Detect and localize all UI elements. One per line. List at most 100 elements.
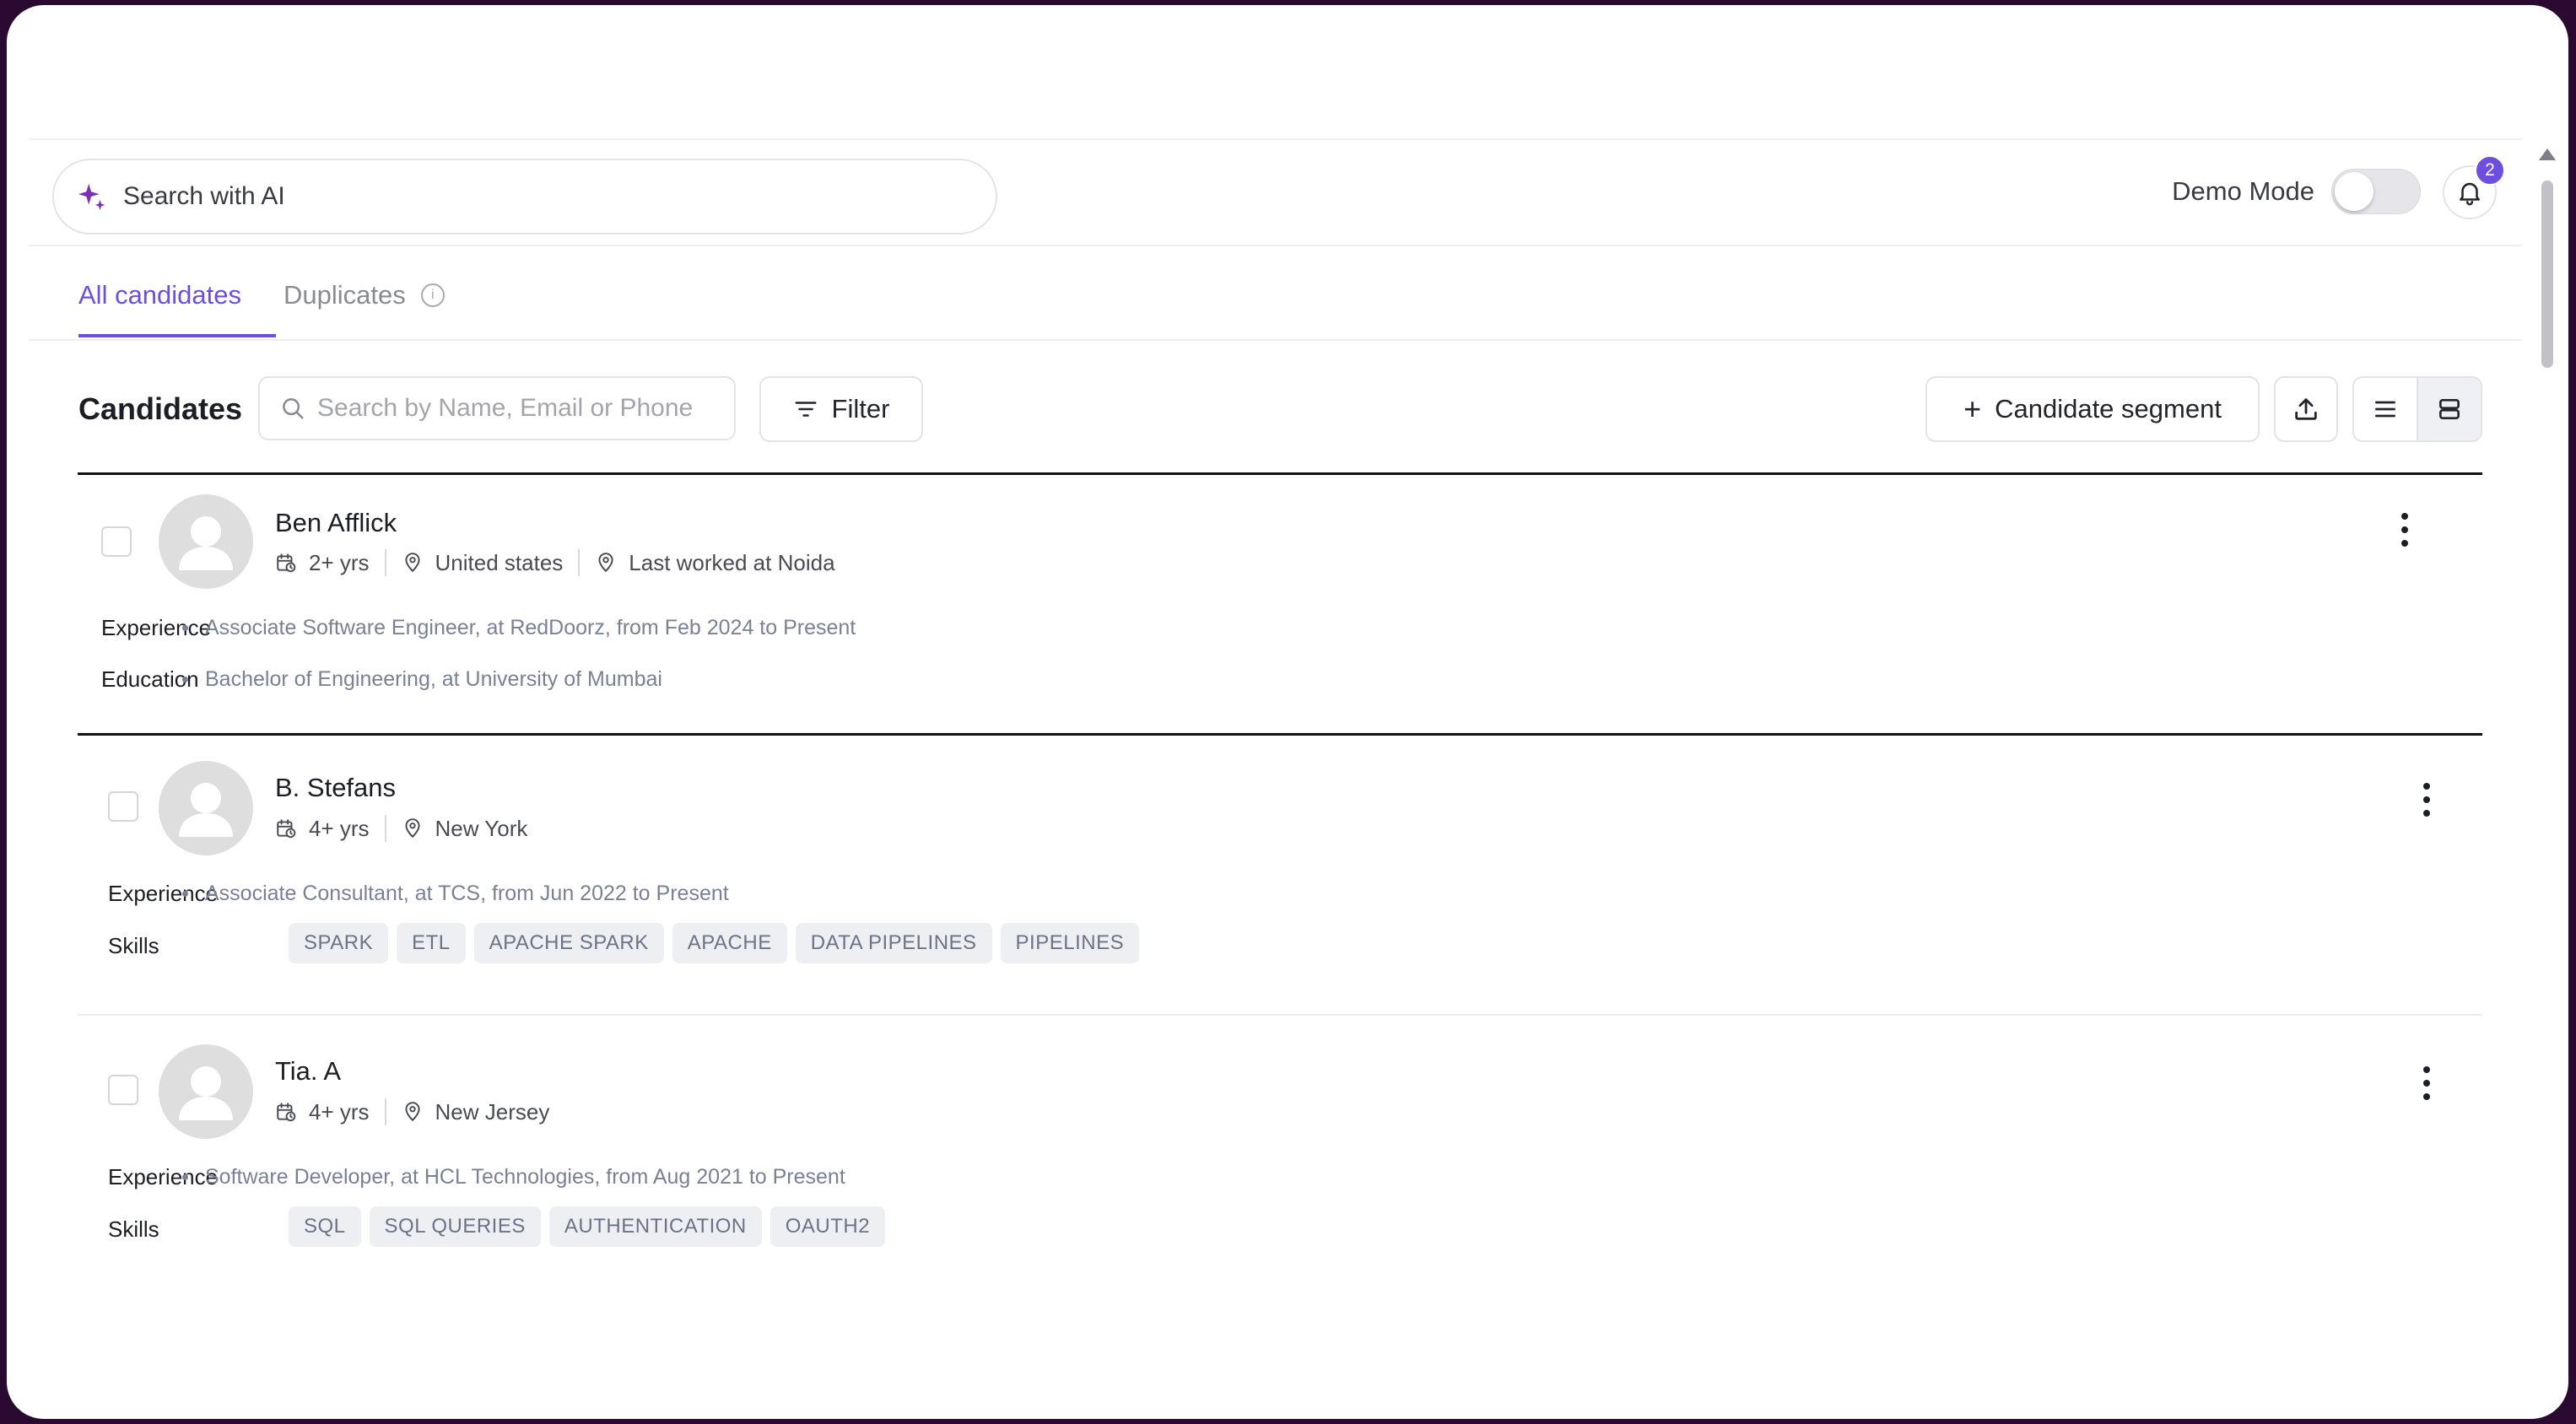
candidate-search-input[interactable] xyxy=(317,394,722,423)
candidate-meta: 2+ yrs United states Last worked at Noid… xyxy=(275,549,835,576)
experience-years-text: 4+ yrs xyxy=(309,1098,370,1125)
calendar-clock-icon xyxy=(277,1103,296,1122)
experience-entry: Software Developer, at HCL Technologies,… xyxy=(182,1165,845,1189)
skill-tag: SQL QUERIES xyxy=(369,1206,541,1247)
skills-list: SQL SQL QUERIES AUTHENTICATION OAUTH2 xyxy=(289,1206,886,1247)
scroll-up-arrow[interactable] xyxy=(2539,148,2556,160)
page-title: Candidates xyxy=(78,391,243,426)
location: United states xyxy=(402,549,564,576)
calendar-clock-icon xyxy=(277,819,296,839)
more-options-button[interactable] xyxy=(2418,783,2435,817)
vertical-scrollbar[interactable] xyxy=(2538,148,2557,1313)
last-worked-text: Last worked at Noida xyxy=(629,549,835,575)
skill-tag: AUTHENTICATION xyxy=(548,1206,762,1247)
user-placeholder-icon xyxy=(179,783,233,837)
tab-duplicates-label: Duplicates xyxy=(284,280,406,310)
candidate-checkbox[interactable] xyxy=(108,1075,138,1105)
skill-tag: OAUTH2 xyxy=(770,1206,886,1247)
info-icon[interactable]: i xyxy=(420,283,445,307)
ai-search-bar[interactable]: Search with AI xyxy=(52,159,997,235)
location: New Jersey xyxy=(402,1098,550,1125)
bullet xyxy=(182,891,188,897)
more-options-button[interactable] xyxy=(2396,513,2413,547)
skill-tag: DATA PIPELINES xyxy=(795,923,992,963)
divider xyxy=(384,1098,386,1125)
candidate-checkbox[interactable] xyxy=(101,526,132,557)
candidate-name[interactable]: B. Stefans xyxy=(275,773,396,803)
skills-list: SPARK ETL APACHE SPARK APACHE DATA PIPEL… xyxy=(289,923,1140,963)
notification-badge: 2 xyxy=(2475,155,2505,186)
experience-text: Software Developer, at HCL Technologies,… xyxy=(205,1165,845,1189)
candidate-card[interactable]: B. Stefans 4+ yrs New York Experience As… xyxy=(78,742,2482,1016)
filter-icon xyxy=(795,402,817,417)
avatar xyxy=(159,494,253,589)
location-text: New York xyxy=(435,815,528,841)
location-pin-icon xyxy=(598,553,613,573)
notifications-button[interactable]: 2 xyxy=(2443,155,2505,219)
candidate-meta: 4+ yrs New York xyxy=(275,815,527,842)
candidate-card[interactable]: Tia. A 4+ yrs New Jersey Experience Soft… xyxy=(78,1026,2482,1291)
experience-entry: Associate Consultant, at TCS, from Jun 2… xyxy=(182,882,729,906)
candidates-toolbar: Candidates Filter + Candidate segment xyxy=(29,358,2522,464)
cards-icon xyxy=(2439,399,2460,419)
plus-icon: + xyxy=(1963,391,1982,426)
candidate-segment-button[interactable]: + Candidate segment xyxy=(1925,376,2260,442)
skill-tag: PIPELINES xyxy=(1000,923,1140,963)
experience-years: 2+ yrs xyxy=(275,550,370,576)
scroll-thumb[interactable] xyxy=(2541,181,2553,368)
candidate-name[interactable]: Ben Afflick xyxy=(275,508,397,538)
skill-tag: SQL xyxy=(289,1206,361,1247)
toggle-knob xyxy=(2335,172,2373,211)
avatar xyxy=(159,1044,253,1139)
location-pin-icon xyxy=(404,818,420,839)
search-icon xyxy=(283,398,304,419)
candidate-name[interactable]: Tia. A xyxy=(275,1056,341,1087)
filter-button[interactable]: Filter xyxy=(759,376,923,442)
last-worked: Last worked at Noida xyxy=(595,549,835,576)
app-window: Search with AI Demo Mode 2 All candidate… xyxy=(7,5,2568,1419)
education-entry: Bachelor of Engineering, at University o… xyxy=(182,667,662,692)
skill-tag: APACHE SPARK xyxy=(473,923,664,963)
avatar xyxy=(159,761,253,855)
tab-duplicates[interactable]: Duplicates i xyxy=(284,280,445,310)
ai-search-placeholder: Search with AI xyxy=(123,182,285,210)
candidate-card[interactable]: Ben Afflick 2+ yrs United states Last wo… xyxy=(78,472,2482,736)
user-placeholder-icon xyxy=(179,1066,233,1120)
demo-mode: Demo Mode xyxy=(2172,169,2421,214)
tab-bar: All candidates Duplicates i xyxy=(29,250,2522,341)
more-options-button[interactable] xyxy=(2418,1066,2435,1100)
divider xyxy=(578,549,581,576)
upload-icon xyxy=(2295,398,2317,420)
active-tab-indicator xyxy=(78,334,276,337)
list-view-button[interactable] xyxy=(2354,378,2417,440)
experience-years-text: 2+ yrs xyxy=(309,549,370,575)
tab-all-candidates[interactable]: All candidates xyxy=(78,280,241,310)
skill-tag: SPARK xyxy=(289,923,389,963)
candidate-segment-label: Candidate segment xyxy=(1995,394,2222,423)
experience-text: Associate Consultant, at TCS, from Jun 2… xyxy=(205,882,729,905)
bullet xyxy=(182,1174,188,1180)
export-button[interactable] xyxy=(2274,376,2338,442)
list-icon xyxy=(2375,401,2395,418)
experience-years-text: 4+ yrs xyxy=(309,815,370,841)
calendar-clock-icon xyxy=(277,553,296,573)
demo-mode-label: Demo Mode xyxy=(2172,176,2314,206)
candidate-meta: 4+ yrs New Jersey xyxy=(275,1098,549,1125)
location-pin-icon xyxy=(404,553,420,573)
experience-text: Associate Software Engineer, at RedDoorz… xyxy=(205,616,856,639)
divider xyxy=(384,549,386,576)
card-view-button[interactable] xyxy=(2417,378,2481,440)
top-bar: Search with AI Demo Mode 2 xyxy=(29,138,2522,246)
skill-tag: ETL xyxy=(397,923,466,963)
skills-label: Skills xyxy=(108,933,159,958)
location-text: United states xyxy=(435,549,564,575)
view-switcher xyxy=(2352,376,2482,442)
location-pin-icon xyxy=(404,1102,420,1122)
skills-label: Skills xyxy=(108,1216,159,1242)
candidate-search xyxy=(258,376,736,440)
candidate-checkbox[interactable] xyxy=(108,791,138,822)
demo-mode-toggle[interactable] xyxy=(2331,169,2421,214)
experience-entry: Associate Software Engineer, at RedDoorz… xyxy=(182,616,856,640)
location-text: New Jersey xyxy=(435,1098,550,1125)
bullet xyxy=(182,677,188,682)
